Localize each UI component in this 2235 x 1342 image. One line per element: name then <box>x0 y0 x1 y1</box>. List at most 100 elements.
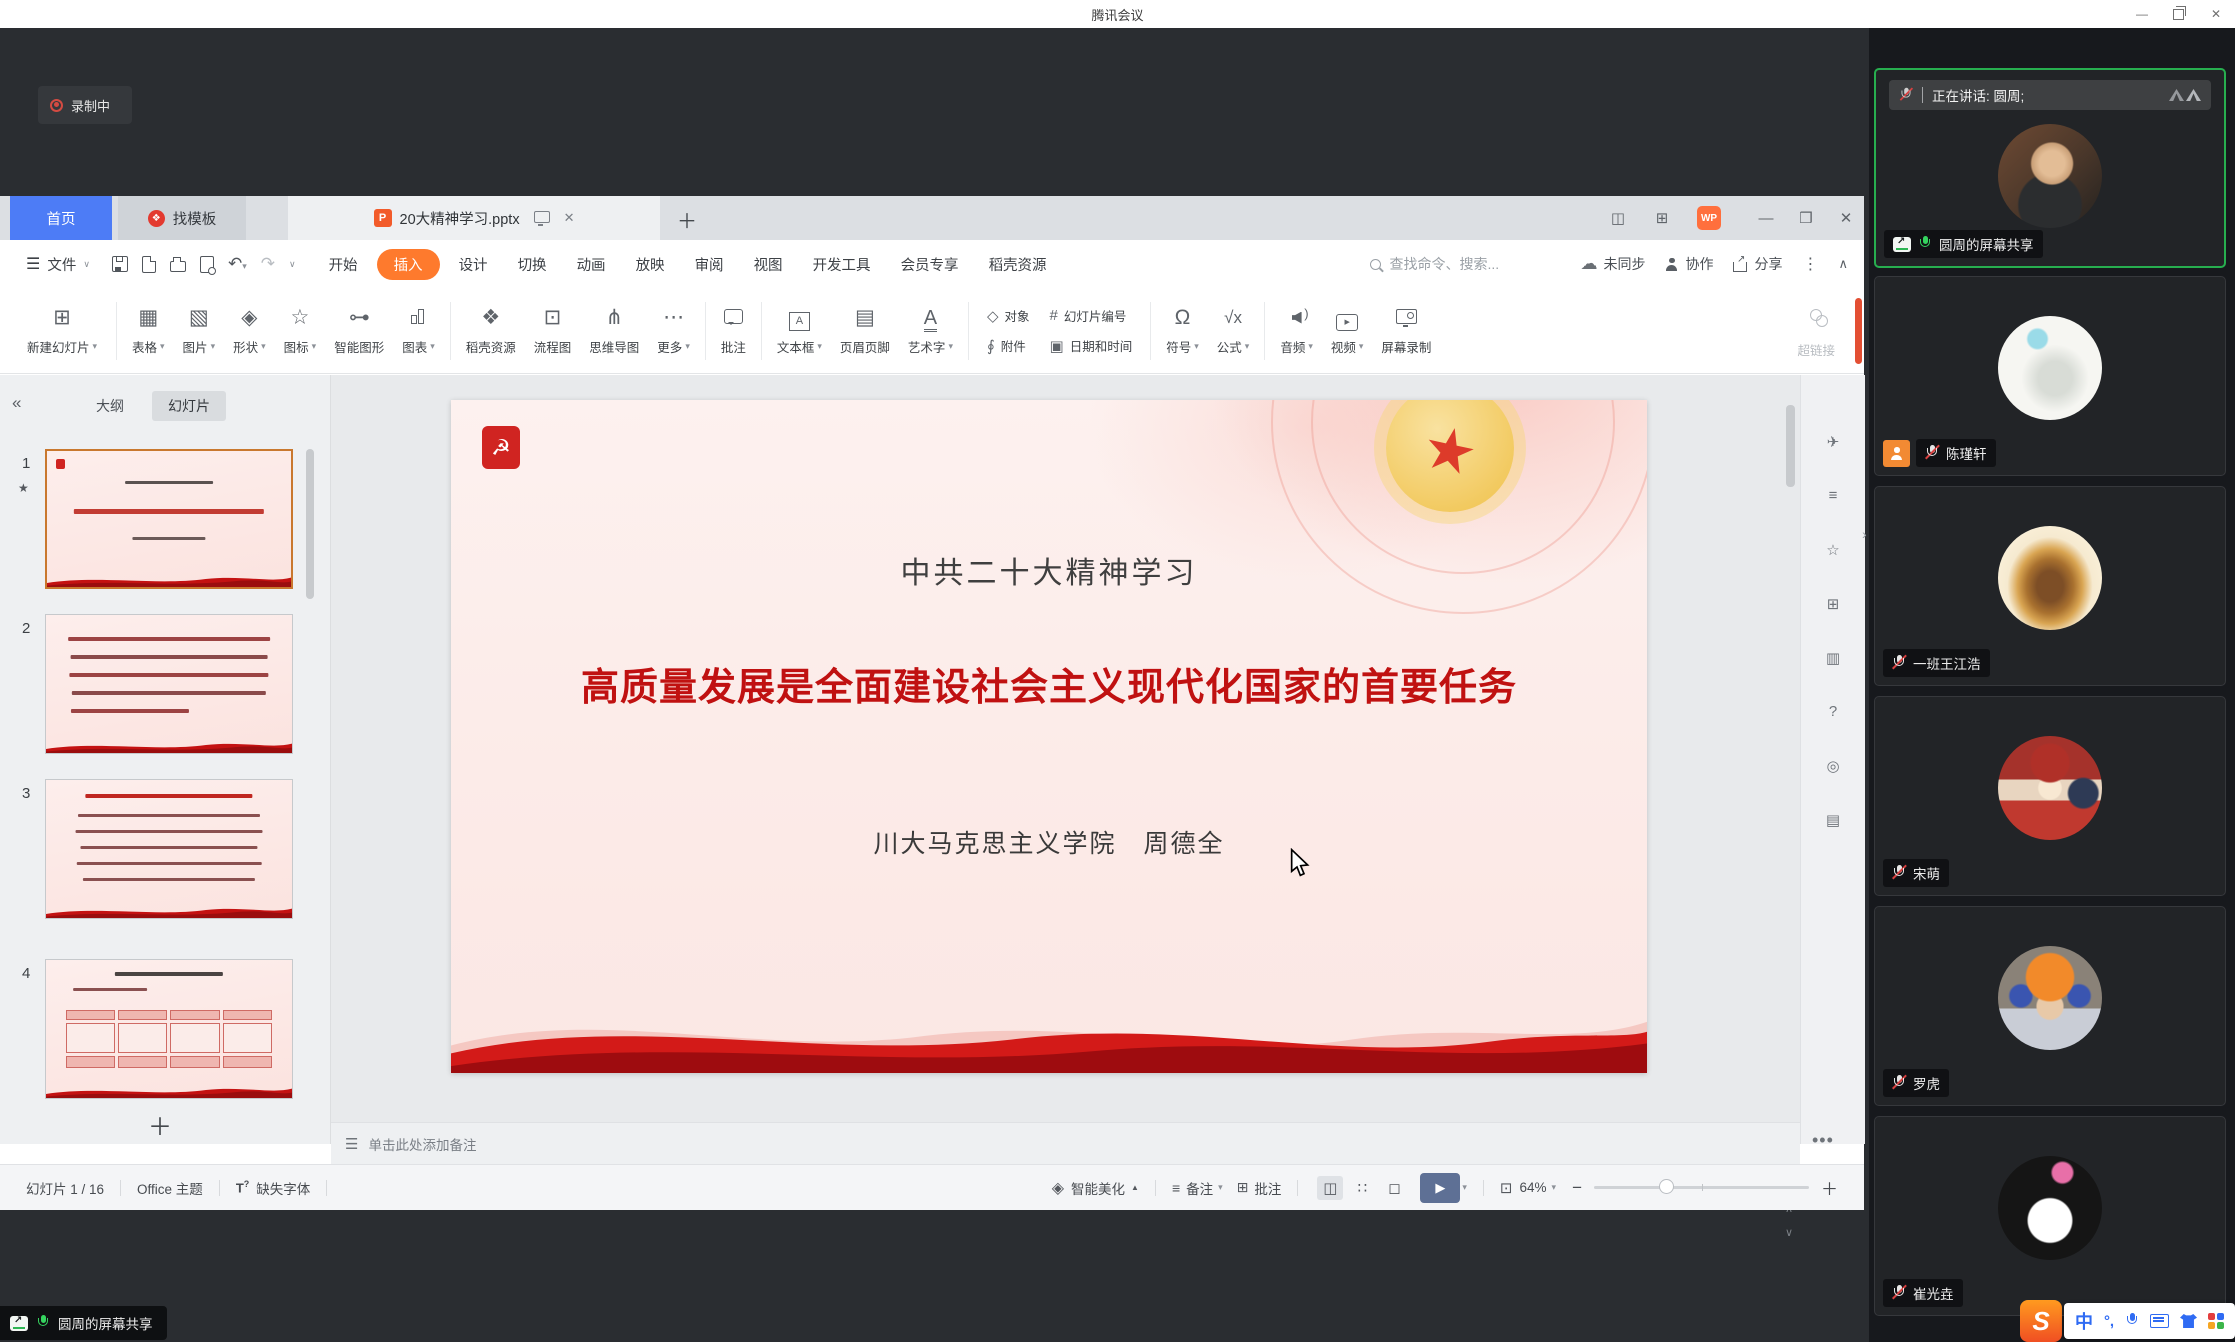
navigate-icon[interactable]: ◎ <box>1801 757 1865 775</box>
layout-mode-icon[interactable]: ◫ <box>1600 196 1636 240</box>
tab-close-icon[interactable]: ✕ <box>564 210 575 226</box>
flowchart-button[interactable]: ⊡ 流程图 <box>525 294 581 368</box>
hyperlink-button[interactable]: 超链接 <box>1788 294 1844 368</box>
menu-item-transition[interactable]: 切换 <box>503 254 562 275</box>
minimize-button[interactable]: — <box>2125 0 2159 28</box>
redo-icon[interactable]: ↷ <box>261 254 275 274</box>
view-reading-button[interactable]: ◻ <box>1381 1176 1407 1200</box>
menu-item-animation[interactable]: 动画 <box>562 254 621 275</box>
object-button[interactable]: ◇对象 <box>987 306 1030 325</box>
video-tile-sharer[interactable]: 正在讲话: 圆周; 圆周的屏幕共享 <box>1874 68 2226 268</box>
collaborate-button[interactable]: 协作 <box>1665 254 1713 274</box>
wps-close-button[interactable]: ✕ <box>1828 196 1864 240</box>
undo-icon[interactable]: ↶▾ <box>228 254 247 274</box>
zoom-slider[interactable] <box>1594 1186 1809 1189</box>
chart-pane-icon[interactable]: ▥ <box>1801 649 1865 667</box>
view-sorter-button[interactable]: ∷ <box>1349 1176 1375 1200</box>
command-search-input[interactable]: 查找命令、搜索... <box>1370 254 1560 274</box>
file-menu-button[interactable]: ☰ 文件 ∨ <box>26 254 90 275</box>
fit-slide-icon[interactable]: ⊡ <box>1500 1179 1513 1197</box>
ime-skin-icon[interactable] <box>2180 1314 2197 1328</box>
zoom-value[interactable]: 64% <box>1520 1180 1547 1195</box>
menu-item-view[interactable]: 视图 <box>739 254 798 275</box>
theme-label[interactable]: Office 主题 <box>137 1178 203 1198</box>
next-slide-button[interactable]: ∨ <box>1778 1221 1800 1243</box>
video-tile[interactable]: 罗虎 <box>1874 906 2226 1106</box>
more-options-icon[interactable]: ••• <box>1812 1130 1834 1151</box>
send-icon[interactable]: ✈ <box>1801 433 1865 451</box>
menu-item-docer-resources[interactable]: 稻壳资源 <box>974 254 1062 275</box>
slide-number-button[interactable]: #幻灯片编号 <box>1050 306 1133 325</box>
clipboard-icon[interactable]: ⊞ <box>1801 595 1865 613</box>
icons-button[interactable]: ☆ 图标▾ <box>275 294 326 368</box>
print-icon[interactable] <box>170 261 186 272</box>
menu-item-start[interactable]: 开始 <box>314 254 373 275</box>
chart-button[interactable]: 图表▾ <box>393 294 444 368</box>
ime-punctuation-toggle[interactable]: °, <box>2104 1313 2114 1330</box>
screen-record-button[interactable]: 屏幕录制 <box>1372 294 1440 368</box>
comment-toggle[interactable]: 批注 <box>1254 1178 1281 1198</box>
menu-item-review[interactable]: 审阅 <box>680 254 739 275</box>
print-preview-icon[interactable] <box>200 256 214 273</box>
video-tile[interactable]: 陈瑾轩 <box>1874 276 2226 476</box>
new-slide-button[interactable]: ⊞ 新建幻灯片▾ <box>14 294 110 368</box>
grid-mode-icon[interactable]: ⊞ <box>1644 196 1680 240</box>
menu-item-insert[interactable]: 插入 <box>377 249 440 280</box>
taskpane-scroll-indicator[interactable] <box>1855 298 1862 364</box>
table-button[interactable]: ▦ 表格▾ <box>123 294 174 368</box>
menu-item-design[interactable]: 设计 <box>444 254 503 275</box>
recording-badge[interactable]: 录制中 <box>38 86 132 124</box>
shapes-button[interactable]: ◈ 形状▾ <box>224 294 275 368</box>
restore-button[interactable] <box>2161 0 2195 28</box>
menu-item-devtools[interactable]: 开发工具 <box>798 254 886 275</box>
close-button[interactable]: ✕ <box>2199 0 2233 28</box>
slide-thumbnail-1[interactable] <box>45 449 293 589</box>
tab-slides[interactable]: 幻灯片 <box>152 391 226 421</box>
datetime-button[interactable]: ▣日期和时间 <box>1050 336 1133 355</box>
video-tile[interactable]: 崔光垚 <box>1874 1116 2226 1316</box>
play-slideshow-button[interactable]: ▶ <box>1420 1173 1460 1203</box>
notes-toggle[interactable]: 备注 <box>1186 1178 1213 1198</box>
tab-find-templates[interactable]: ❖ 找模板 <box>118 196 246 240</box>
slide-thumbnail-4[interactable] <box>45 959 293 1099</box>
missing-font-label[interactable]: 缺失字体 <box>256 1178 310 1198</box>
zoom-slider-knob[interactable] <box>1659 1179 1674 1194</box>
favorites-icon[interactable]: ☆ <box>1801 541 1865 559</box>
tab-home[interactable]: 首页 <box>10 196 112 240</box>
properties-icon[interactable]: ≡ <box>1801 487 1865 504</box>
video-tile[interactable]: 一班王江浩 <box>1874 486 2226 686</box>
symbol-button[interactable]: Ω 符号▾ <box>1157 294 1208 368</box>
tab-document[interactable]: P 20大精神学习.pptx ✕ <box>288 196 660 240</box>
audio-button[interactable]: 音频▾ <box>1271 294 1322 368</box>
slide-thumbnail-2[interactable] <box>45 614 293 754</box>
panel-scrollbar[interactable] <box>306 449 314 599</box>
ime-voice-icon[interactable] <box>2125 1313 2139 1329</box>
tab-outline[interactable]: 大纲 <box>96 396 124 416</box>
beautify-button[interactable]: 智能美化 <box>1071 1178 1125 1198</box>
export-icon[interactable] <box>142 256 156 273</box>
zoom-in-button[interactable]: ＋ <box>1821 1175 1838 1200</box>
view-normal-button[interactable]: ◫ <box>1317 1176 1343 1200</box>
zoom-out-button[interactable]: − <box>1572 1178 1582 1198</box>
notes-bar[interactable]: ☰ 单击此处添加备注 <box>331 1122 1800 1164</box>
new-tab-button[interactable]: ＋ <box>672 204 702 234</box>
comment-button[interactable]: 批注 <box>712 294 755 368</box>
docer-resources-button[interactable]: ❖ 稻壳资源 <box>457 294 525 368</box>
more-menu-icon[interactable]: ⋮ <box>1802 254 1818 274</box>
canvas-scrollbar[interactable] <box>1786 405 1795 487</box>
add-slide-button[interactable]: ＋ <box>148 1107 172 1142</box>
mindmap-button[interactable]: ⋔ 思维导图 <box>580 294 648 368</box>
picture-button[interactable]: ▧ 图片▾ <box>174 294 225 368</box>
sync-status-button[interactable]: ☁ 未同步 <box>1580 254 1645 274</box>
menu-item-membership[interactable]: 会员专享 <box>886 254 974 275</box>
video-button[interactable]: ▶ 视频▾ <box>1322 294 1373 368</box>
wps-minimize-button[interactable]: — <box>1748 196 1784 240</box>
formula-button[interactable]: √x 公式▾ <box>1208 294 1259 368</box>
customize-toolbar-icon[interactable]: ∨ <box>289 259 296 270</box>
ime-toolbox-icon[interactable] <box>2208 1313 2224 1329</box>
wordart-button[interactable]: A 艺术字▾ <box>899 294 962 368</box>
collapse-ribbon-icon[interactable]: ∧ <box>1838 256 1848 272</box>
menu-item-slideshow[interactable]: 放映 <box>621 254 680 275</box>
wps-account-avatar[interactable]: WP <box>1697 206 1721 230</box>
panel-collapse-handle[interactable]: › <box>1862 526 1867 542</box>
